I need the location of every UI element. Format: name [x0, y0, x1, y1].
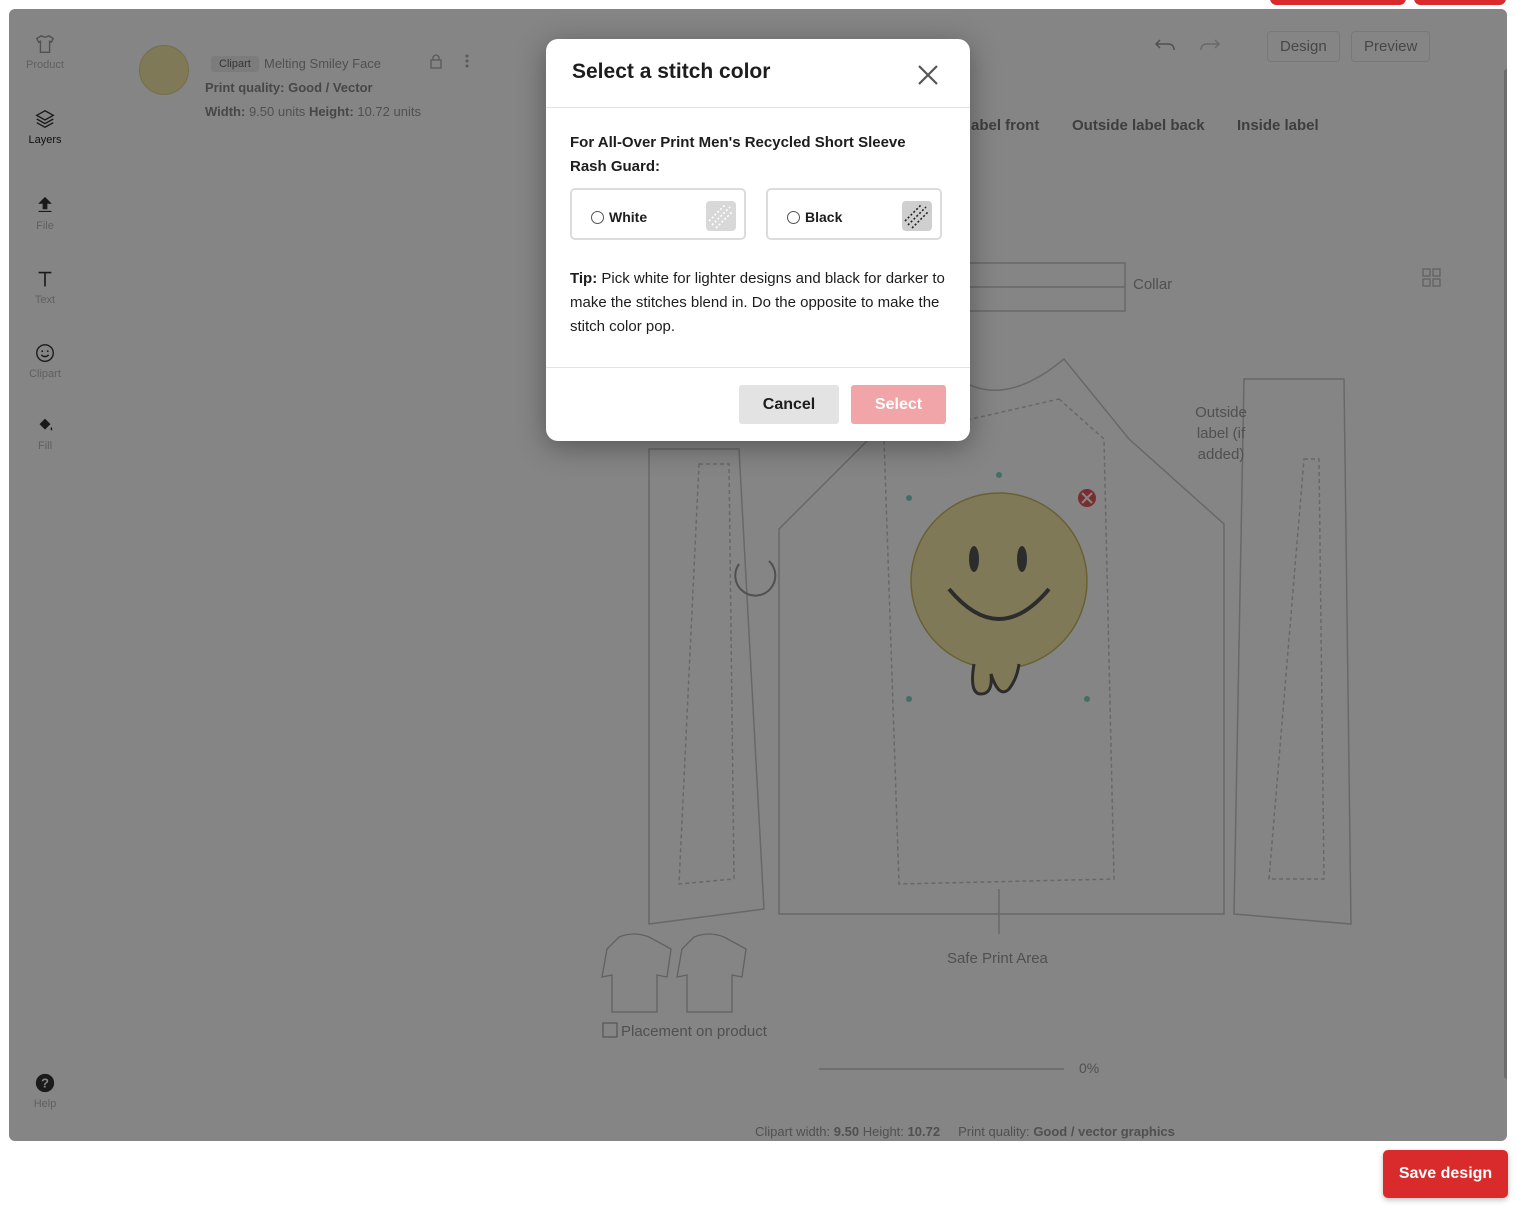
save-design-button[interactable]: Save design: [1383, 1150, 1508, 1198]
stitch-option-black[interactable]: Black: [766, 188, 942, 240]
option-label-white: White: [609, 209, 648, 225]
cancel-button[interactable]: Cancel: [739, 385, 839, 424]
modal-header: Select a stitch color: [546, 39, 970, 108]
stitch-option-white[interactable]: White: [570, 188, 746, 240]
product-label: For All-Over Print Men's Recycled Short …: [570, 134, 906, 175]
select-button[interactable]: Select: [851, 385, 946, 424]
top-secondary-button[interactable]: [1414, 0, 1506, 5]
stitch-color-modal: Select a stitch color For All-Over Print…: [546, 39, 970, 441]
modal-divider: [546, 367, 970, 368]
modal-title: Select a stitch color: [572, 60, 771, 83]
top-action-button[interactable]: [1270, 0, 1406, 5]
close-icon[interactable]: [914, 61, 942, 89]
tip-text: Tip: Pick white for lighter designs and …: [570, 267, 950, 339]
radio-black[interactable]: [787, 211, 800, 224]
tip-body: Pick white for lighter designs and black…: [570, 270, 945, 335]
tip-label: Tip:: [570, 270, 598, 287]
stitch-white-swatch-icon: [706, 201, 736, 231]
stitch-black-swatch-icon: [902, 201, 932, 231]
radio-white[interactable]: [591, 211, 604, 224]
option-label-black: Black: [805, 209, 843, 225]
